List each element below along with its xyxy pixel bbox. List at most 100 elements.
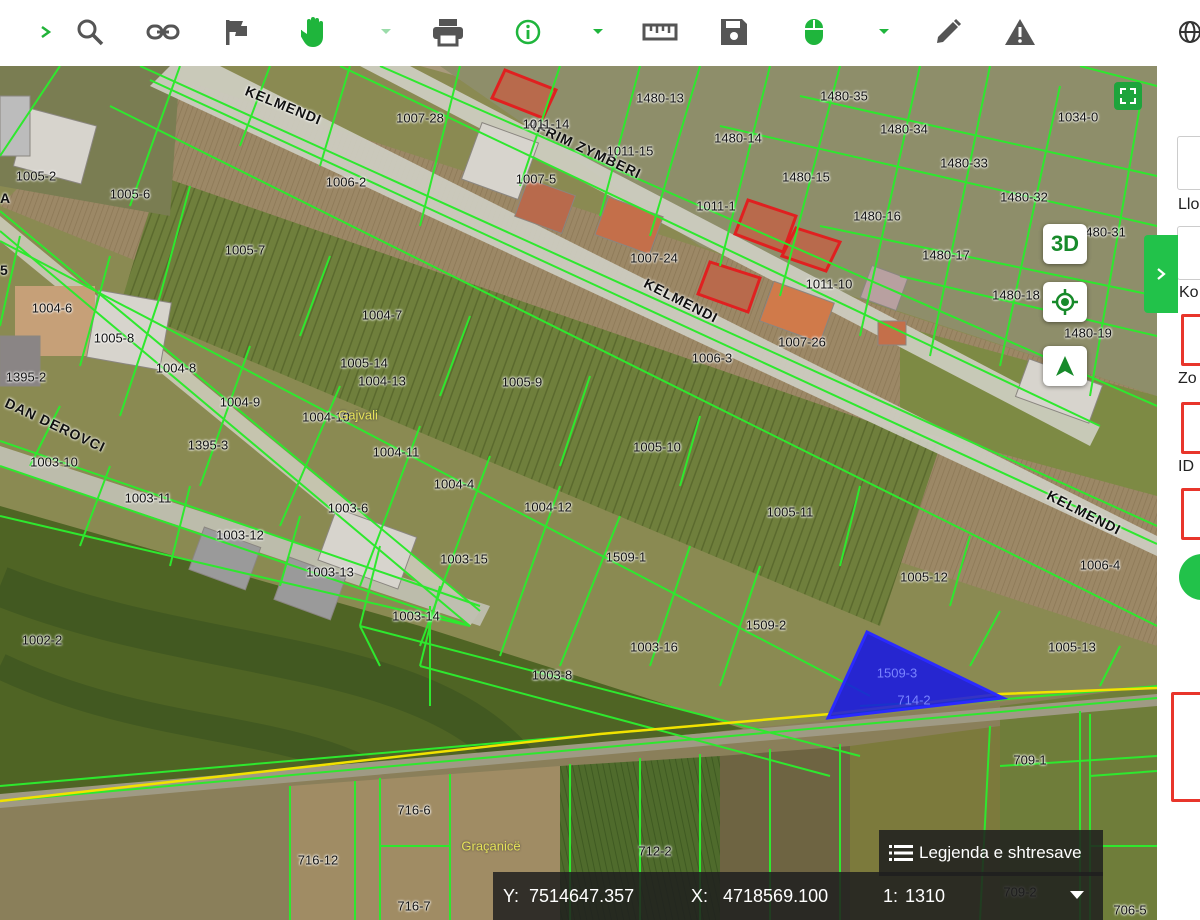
scale-label: 1: [883, 886, 899, 906]
chevron-down-icon[interactable] [366, 12, 406, 52]
parcel-label: 1509-2 [745, 617, 787, 633]
parcel-label: 1005-14 [340, 355, 388, 371]
pan-hand-icon[interactable] [296, 12, 336, 52]
parcel-label: 714-2 [897, 692, 931, 708]
parcel-label: 1509-3 [876, 665, 918, 681]
y-value: 7514647.357 [529, 886, 635, 906]
panel-label: Llo [1178, 196, 1200, 213]
street-label: A [0, 190, 12, 206]
parcel-label: 1003-11 [124, 490, 172, 506]
x-value: 4718569.100 [723, 886, 829, 906]
parcel-label: 1004-13 [358, 373, 406, 389]
parcel-label: 712-2 [638, 843, 672, 859]
legend-label: Legjenda e shtresave [919, 843, 1082, 862]
panel-field-error[interactable] [1181, 402, 1200, 454]
parcel-label: 1480-14 [714, 130, 762, 146]
info-icon[interactable] [508, 12, 548, 52]
panel-label: ID [1178, 458, 1194, 475]
crosshair-icon [1052, 289, 1078, 315]
list-icon [889, 845, 913, 861]
coordinates-bar: Y: 7514647.357 X: 4718569.100 1: 1310 [493, 872, 1103, 920]
parcel-label: 1004-4 [433, 476, 475, 492]
y-label: Y: [503, 886, 520, 906]
panel-field-error[interactable] [1171, 692, 1200, 802]
parcel-label: 1002-2 [21, 632, 63, 648]
parcel-label: 716-12 [297, 852, 339, 868]
panel-field-error[interactable] [1181, 314, 1200, 366]
parcel-label: 709-1 [1013, 752, 1047, 768]
parcel-label: 1480-19 [1064, 325, 1112, 341]
panel-action-button[interactable] [1179, 554, 1200, 600]
parcel-label: 1011-15 [606, 143, 654, 159]
ruler-icon[interactable] [640, 12, 680, 52]
save-icon[interactable] [714, 12, 754, 52]
parcel-label: 1005-6 [109, 186, 151, 202]
legend-button[interactable]: Legjenda e shtresave [879, 830, 1103, 876]
parcel-label: 1003-12 [216, 527, 264, 543]
x-label: X: [691, 886, 709, 906]
place-label: Gajvali [338, 407, 378, 423]
parcel-label: 1480-34 [880, 121, 928, 137]
parcel-label: 1003-14 [392, 608, 440, 624]
parcel-label: 1006-3 [691, 350, 733, 366]
street-label: 5 [0, 262, 9, 278]
fullscreen-icon [1120, 88, 1136, 104]
parcel-label: 1011-10 [805, 276, 853, 292]
parcel-label: 1005-7 [224, 242, 266, 258]
print-icon[interactable] [428, 12, 468, 52]
flag-icon[interactable] [216, 12, 256, 52]
place-label: Graçanicë [461, 838, 521, 854]
collapse-arrow-icon[interactable] [1069, 890, 1085, 900]
parcel-label: 1004-11 [372, 444, 420, 460]
parcel-label: 1007-28 [396, 110, 444, 126]
warning-icon[interactable] [1000, 12, 1040, 52]
locate-button[interactable] [1043, 282, 1087, 322]
3d-view-button[interactable]: 3D [1043, 224, 1087, 264]
parcel-label: 1006-4 [1079, 557, 1121, 573]
mouse-icon[interactable] [794, 12, 834, 52]
cadastral-map[interactable]: KELMENDI AFRIM ZYMBERI KELMENDI KELMENDI… [0, 66, 1157, 920]
parcel-label: 1003-6 [327, 500, 369, 516]
parcel-label: 1395-3 [187, 437, 229, 453]
panel-field[interactable] [1177, 136, 1200, 190]
fullscreen-button[interactable] [1114, 82, 1142, 110]
panel-label: Ko [1179, 284, 1199, 301]
search-icon[interactable] [70, 12, 110, 52]
parcel-label: 1011-1 [696, 198, 736, 214]
globe-icon[interactable] [1176, 12, 1200, 52]
parcel-label: 1003-13 [306, 564, 354, 580]
parcel-label: 1005-12 [900, 569, 948, 585]
panel-label: Zo [1178, 370, 1197, 387]
parcel-label: 1509-1 [605, 549, 647, 565]
pencil-icon[interactable] [928, 12, 968, 52]
parcel-label: 1034-0 [1057, 109, 1099, 125]
north-arrow-icon [1056, 356, 1074, 376]
parcel-label: 1480-17 [922, 247, 970, 263]
chevron-down-icon[interactable] [864, 12, 904, 52]
parcel-label: 1480-33 [940, 155, 988, 171]
parcel-label: 1005-9 [501, 374, 543, 390]
link-icon[interactable] [143, 12, 183, 52]
parcel-label: 1480-35 [820, 88, 868, 104]
scale-value: 1310 [905, 886, 946, 906]
north-arrow-button[interactable] [1043, 346, 1087, 386]
parcel-label: 1007-5 [515, 171, 557, 187]
parcel-label: 1005-8 [93, 330, 135, 346]
parcel-label: 1005-10 [633, 439, 681, 455]
panel-field[interactable] [1177, 226, 1200, 280]
parcel-label: 1005-11 [766, 504, 814, 520]
parcel-label: 1004-6 [31, 300, 73, 316]
parcel-label: 1005-13 [1048, 639, 1096, 655]
panel-field-error[interactable] [1181, 488, 1200, 540]
parcel-label: 1480-16 [853, 208, 901, 224]
chevron-down-icon[interactable] [578, 12, 618, 52]
parcel-label: 1003-8 [531, 667, 573, 683]
expand-arrow-icon[interactable] [26, 12, 66, 52]
parcel-label: 1480-32 [1000, 189, 1048, 205]
parcel-label: 1395-2 [5, 369, 47, 385]
parcel-label: 1003-16 [630, 639, 678, 655]
side-panel: Llo Ko Zo ID [1157, 66, 1200, 920]
parcel-label: 1005-2 [15, 168, 57, 184]
panel-toggle-button[interactable] [1144, 235, 1178, 313]
parcel-label: 1011-14 [522, 116, 570, 132]
